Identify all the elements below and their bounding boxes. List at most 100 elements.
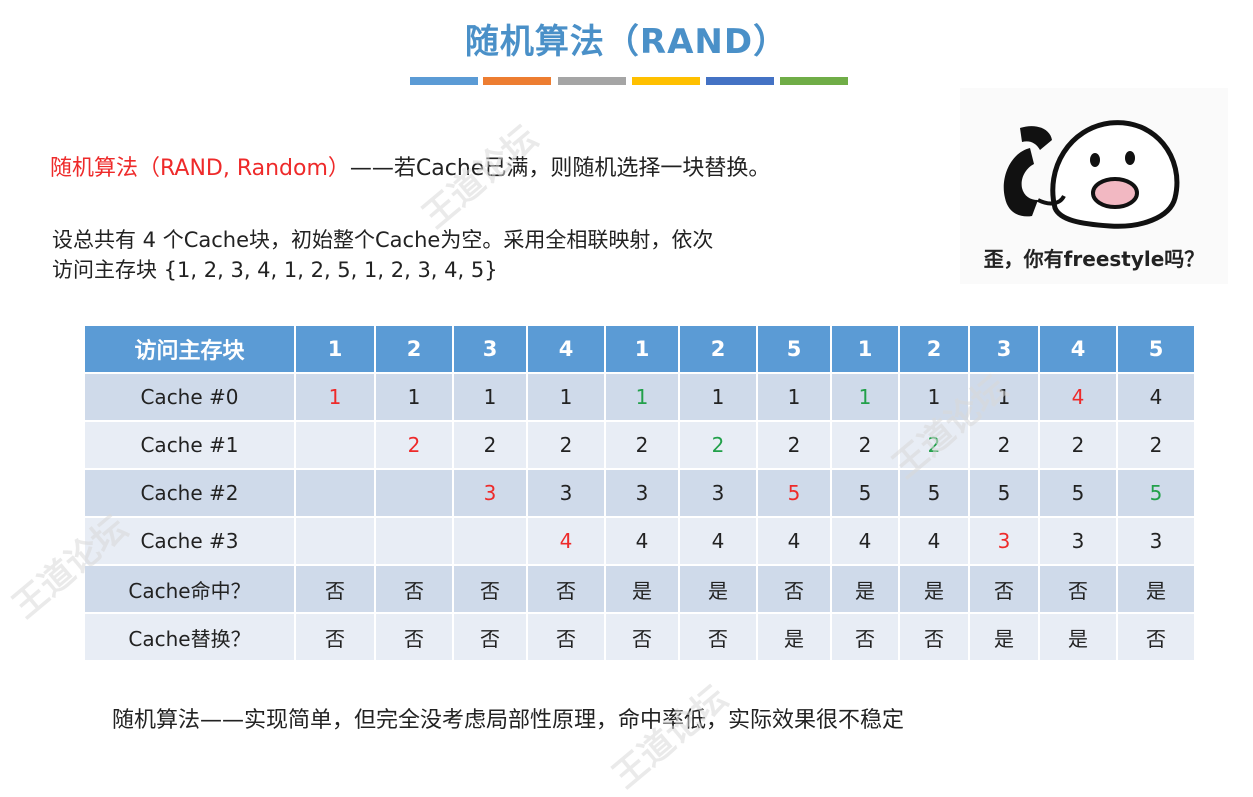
color-bar-segment bbox=[483, 77, 551, 85]
setup-text: 设总共有 4 个Cache块，初始整个Cache为空。采用全相联映射，依次 访问… bbox=[52, 225, 932, 285]
table-row: Cache #2 3 3 3 3 5 5 5 5 5 5 bbox=[85, 469, 1196, 518]
meme-caption: 歪，你有freestyle吗？ bbox=[983, 247, 1205, 271]
table-row: Cache #1 2 2 2 2 2 2 2 2 2 2 2 bbox=[85, 421, 1196, 470]
table-cell: 4 bbox=[1039, 373, 1118, 422]
table-cell: 否 bbox=[375, 613, 454, 662]
table-cell: 是 bbox=[679, 565, 758, 614]
table-cell: 2 bbox=[1117, 421, 1196, 470]
table-cell bbox=[375, 517, 454, 566]
table-cell bbox=[295, 469, 376, 518]
table-cell: 1 bbox=[605, 373, 680, 422]
row-label-cell: Cache命中？ bbox=[85, 565, 296, 614]
table-row: Cache #3 4 4 4 4 4 4 3 3 3 bbox=[85, 517, 1196, 566]
table-row: Cache替换？否否否否否否是否否是是否 bbox=[85, 613, 1196, 662]
table-cell: 否 bbox=[527, 565, 606, 614]
table-cell: 否 bbox=[527, 613, 606, 662]
definition-text: ——若Cache已满，则随机选择一块替换。 bbox=[349, 156, 771, 181]
table-cell: 4 bbox=[679, 517, 758, 566]
table-cell: 3 bbox=[453, 469, 528, 518]
conclusion-note: 随机算法——实现简单，但完全没考虑局部性原理，命中率低，实际效果很不稳定 bbox=[112, 708, 905, 733]
table-cell: 3 bbox=[1039, 517, 1118, 566]
table-cell: 2 bbox=[375, 421, 454, 470]
table-cell: 4 bbox=[527, 517, 606, 566]
table-cell: 1 bbox=[453, 373, 528, 422]
header-access-cell: 1 bbox=[295, 326, 376, 374]
definition-line: 随机算法（RAND, Random）——若Cache已满，则随机选择一块替换。 bbox=[50, 150, 770, 182]
definition-term: 随机算法（RAND, Random） bbox=[50, 156, 350, 181]
color-bar-segment bbox=[780, 77, 848, 85]
table-cell: 4 bbox=[1117, 373, 1196, 422]
row-label-cell: Cache #0 bbox=[85, 373, 296, 422]
table-cell: 5 bbox=[831, 469, 900, 518]
table-cell: 是 bbox=[899, 565, 970, 614]
table-cell: 1 bbox=[679, 373, 758, 422]
table-cell: 是 bbox=[605, 565, 680, 614]
table-cell bbox=[375, 469, 454, 518]
table-cell: 是 bbox=[831, 565, 900, 614]
table-cell: 否 bbox=[757, 565, 832, 614]
header-label-cell: 访问主存块 bbox=[85, 326, 296, 374]
table-cell: 否 bbox=[679, 613, 758, 662]
table-cell: 1 bbox=[831, 373, 900, 422]
table-cell: 2 bbox=[453, 421, 528, 470]
table-cell: 1 bbox=[527, 373, 606, 422]
table-cell: 2 bbox=[1039, 421, 1118, 470]
header-access-cell: 2 bbox=[679, 326, 758, 374]
table-cell: 2 bbox=[527, 421, 606, 470]
table-cell: 否 bbox=[899, 613, 970, 662]
table-cell: 4 bbox=[899, 517, 970, 566]
table-cell: 4 bbox=[605, 517, 680, 566]
table-cell: 2 bbox=[679, 421, 758, 470]
table-cell: 4 bbox=[831, 517, 900, 566]
header-access-cell: 3 bbox=[453, 326, 528, 374]
table-cell: 3 bbox=[679, 469, 758, 518]
table-cell: 否 bbox=[1117, 613, 1196, 662]
header-access-cell: 2 bbox=[899, 326, 970, 374]
table-cell: 否 bbox=[1039, 565, 1118, 614]
table-cell: 3 bbox=[969, 517, 1040, 566]
watermark: 王道论坛 bbox=[605, 678, 736, 797]
table-row: Cache命中？否否否否是是否是是否否是 bbox=[85, 565, 1196, 614]
table-cell: 1 bbox=[757, 373, 832, 422]
slide-title: 随机算法（RAND） bbox=[464, 22, 789, 62]
table-cell: 4 bbox=[757, 517, 832, 566]
header-access-cell: 1 bbox=[831, 326, 900, 374]
header-access-cell: 5 bbox=[1117, 326, 1196, 374]
table-cell: 3 bbox=[527, 469, 606, 518]
header-access-cell: 2 bbox=[375, 326, 454, 374]
header-access-cell: 1 bbox=[605, 326, 680, 374]
meme-image: 歪，你有freestyle吗？ bbox=[960, 88, 1228, 284]
meme-face-icon bbox=[1003, 120, 1180, 229]
table-cell: 5 bbox=[969, 469, 1040, 518]
table-cell: 是 bbox=[969, 613, 1040, 662]
setup-line-1: 设总共有 4 个Cache块，初始整个Cache为空。采用全相联映射，依次 bbox=[52, 228, 714, 252]
table-cell bbox=[295, 421, 376, 470]
color-bar-segment bbox=[632, 77, 700, 85]
table-row: Cache #0 1 1 1 1 1 1 1 1 1 1 4 4 bbox=[85, 373, 1196, 422]
table-cell: 否 bbox=[295, 565, 376, 614]
table-header-row: 访问主存块 1 2 3 4 1 2 5 1 2 3 4 5 bbox=[85, 326, 1196, 374]
table-cell bbox=[453, 517, 528, 566]
header-access-cell: 5 bbox=[757, 326, 832, 374]
color-bar-segment bbox=[410, 77, 478, 85]
table-cell: 是 bbox=[757, 613, 832, 662]
table-cell: 是 bbox=[1117, 565, 1196, 614]
table-cell: 5 bbox=[1039, 469, 1118, 518]
table-cell: 2 bbox=[757, 421, 832, 470]
table-cell: 1 bbox=[375, 373, 454, 422]
color-bar-segment bbox=[706, 77, 774, 85]
table-cell: 3 bbox=[605, 469, 680, 518]
table-cell: 否 bbox=[605, 613, 680, 662]
table-cell: 否 bbox=[831, 613, 900, 662]
table-cell: 3 bbox=[1117, 517, 1196, 566]
cache-table: 访问主存块 1 2 3 4 1 2 5 1 2 3 4 5 Cache #0 1 1 1 1 1 1 1 1 1 1 4 4 Cac… bbox=[85, 326, 1196, 662]
table-cell bbox=[295, 517, 376, 566]
setup-line-2: 访问主存块 {1, 2, 3, 4, 1, 2, 5, 1, 2, 3, 4, … bbox=[52, 258, 498, 282]
table-cell: 否 bbox=[453, 565, 528, 614]
table-cell: 否 bbox=[453, 613, 528, 662]
table-cell: 5 bbox=[1117, 469, 1196, 518]
table-cell: 是 bbox=[1039, 613, 1118, 662]
table-cell: 2 bbox=[605, 421, 680, 470]
row-label-cell: Cache #1 bbox=[85, 421, 296, 470]
header-access-cell: 4 bbox=[1039, 326, 1118, 374]
